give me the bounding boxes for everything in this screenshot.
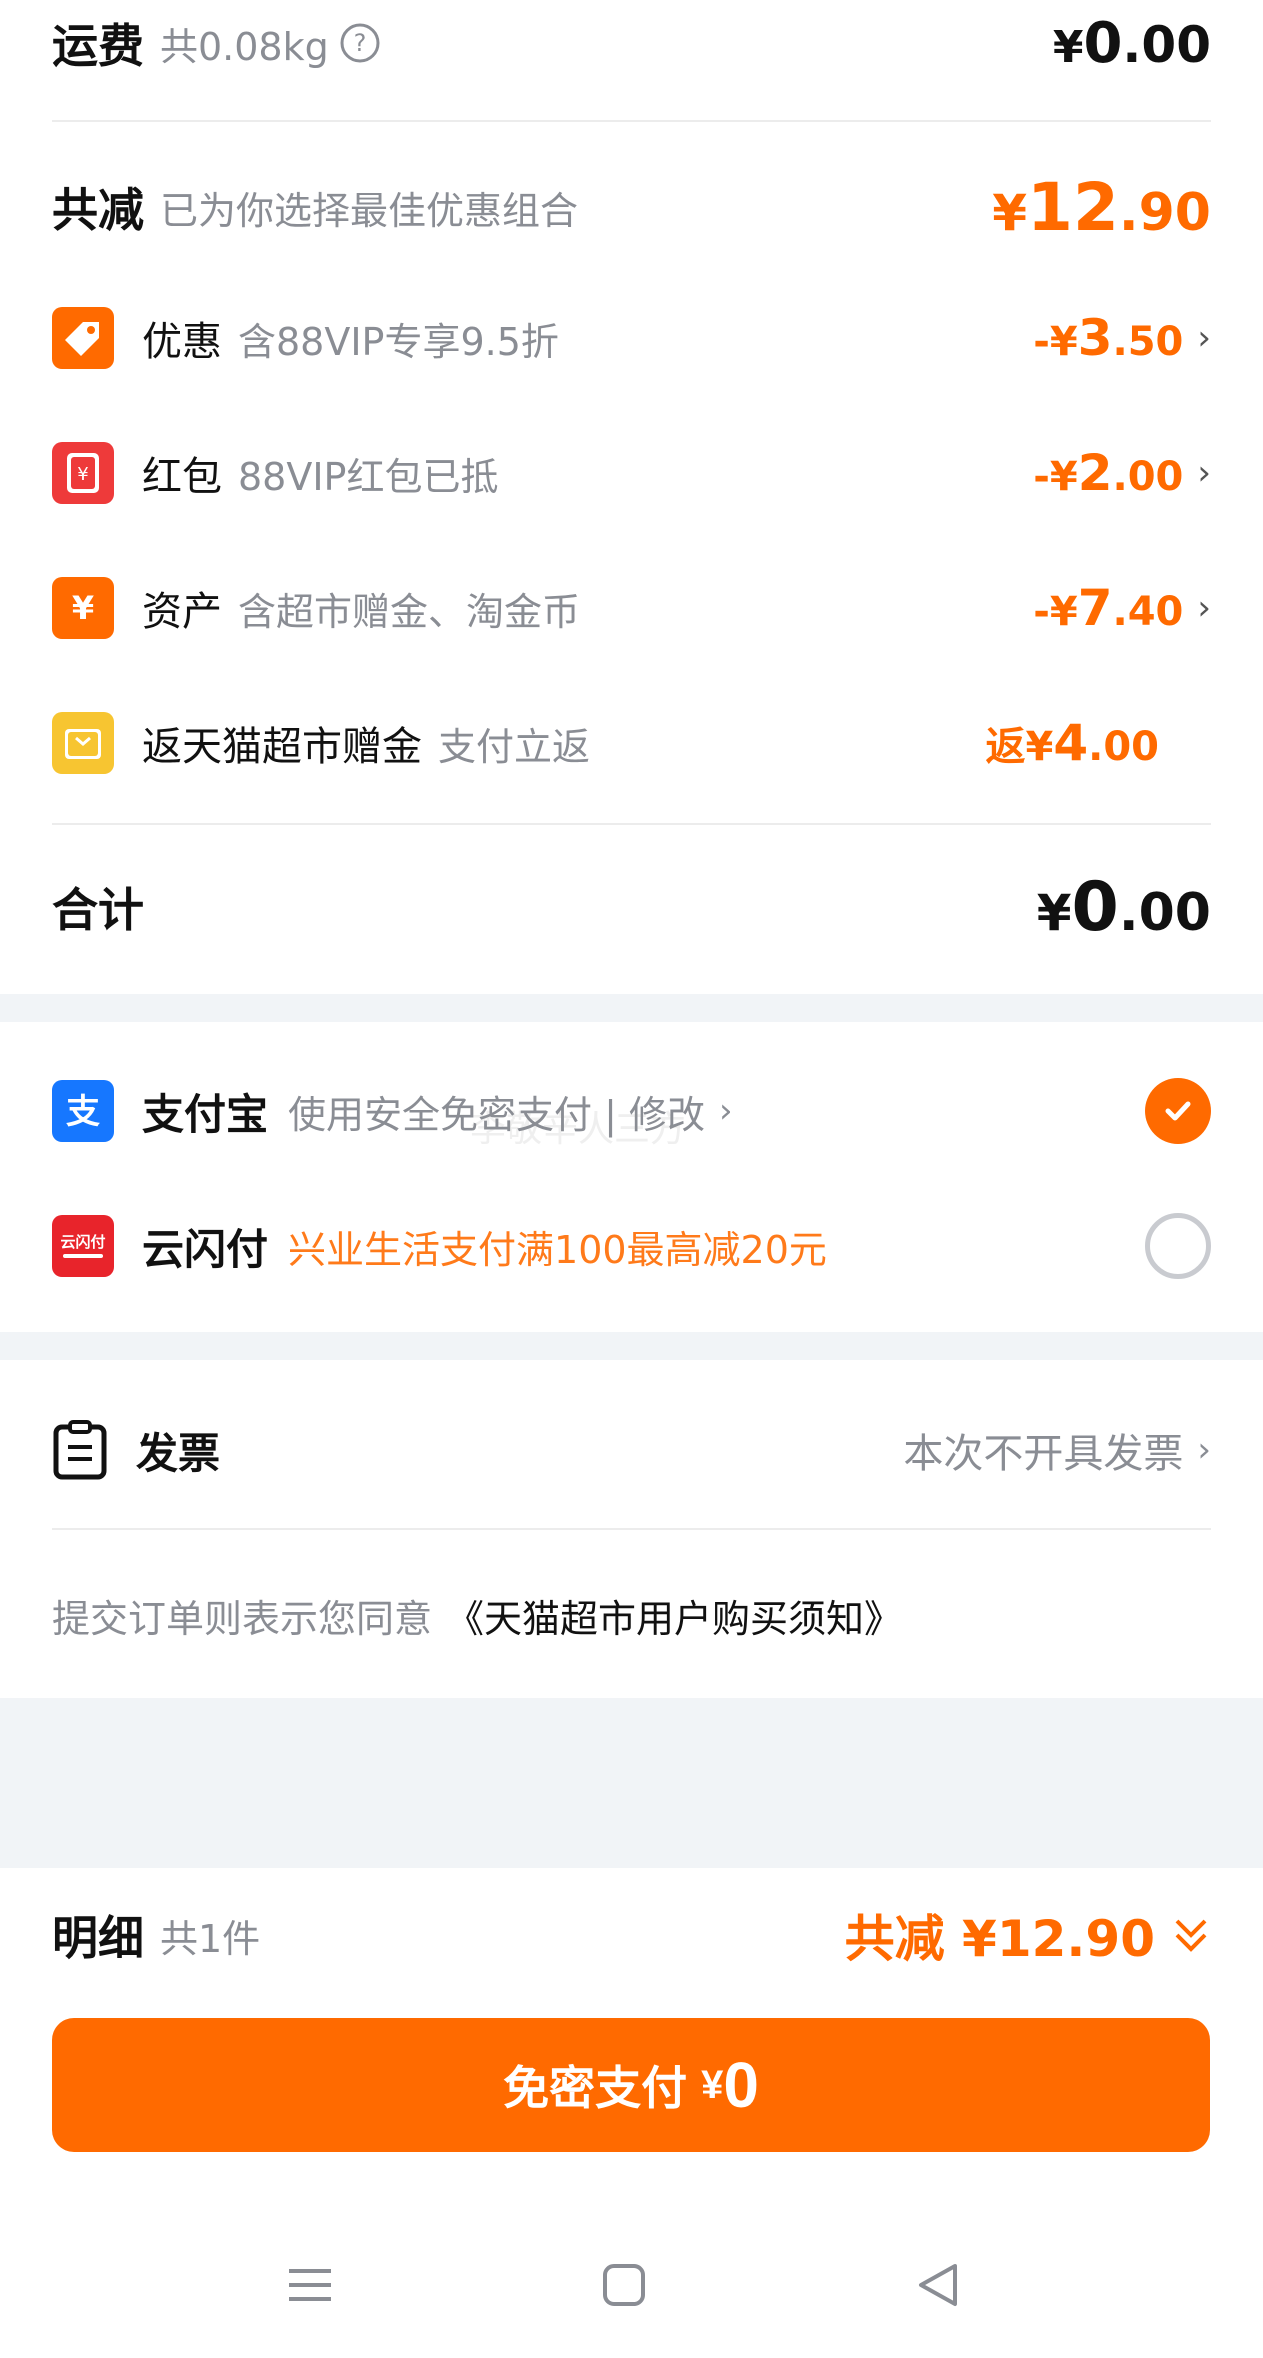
shipping-price: ¥0.00 bbox=[1052, 10, 1211, 76]
discount-item-label: 红包 bbox=[142, 454, 222, 500]
red-envelope-icon: ¥ bbox=[52, 442, 114, 504]
discount-item-label: 返天猫超市赠金 bbox=[142, 724, 422, 770]
pay-button[interactable]: 免密支付 ¥ 0 bbox=[52, 2018, 1210, 2152]
alipay-icon: 支 bbox=[52, 1080, 114, 1142]
agreement-link[interactable]: 《天猫超市用户购买须知》 bbox=[446, 1588, 902, 1643]
empty-gap bbox=[0, 1698, 1263, 1868]
chevron-double-down-icon bbox=[1171, 1913, 1211, 1957]
unionpay-icon: 云闪付 bbox=[52, 1215, 114, 1277]
chevron-right-icon: › bbox=[1197, 453, 1211, 493]
discount-item-label: 资产 bbox=[142, 589, 222, 635]
svg-text:支: 支 bbox=[66, 1092, 100, 1132]
payment-desc: 兴业生活支付满100最高减20元 bbox=[288, 1227, 827, 1272]
radio-unselected[interactable] bbox=[1145, 1213, 1211, 1279]
total-label: 合计 bbox=[52, 883, 144, 937]
section-gap bbox=[0, 1332, 1263, 1360]
cash-back-icon bbox=[52, 712, 114, 774]
agreement-prefix: 提交订单则表示您同意 bbox=[52, 1596, 433, 1641]
svg-text:¥: ¥ bbox=[72, 589, 94, 627]
detail-count: 共1件 bbox=[160, 1916, 261, 1961]
detail-label: 明细 bbox=[52, 1911, 144, 1965]
total-row: 合计 ¥0.00 bbox=[52, 862, 1211, 952]
question-circle-icon[interactable]: ? bbox=[339, 22, 381, 64]
payment-unionpay[interactable]: 云闪付 云闪付 兴业生活支付满100最高减20元 bbox=[52, 1209, 1211, 1283]
section-gap bbox=[0, 994, 1263, 1022]
yuan-coin-icon: ¥ bbox=[52, 577, 114, 639]
invoice-label: 发票 bbox=[136, 1428, 221, 1478]
chevron-right-icon: › bbox=[1197, 588, 1211, 628]
shipping-label: 运费 bbox=[52, 19, 144, 73]
discount-total-label: 共减 bbox=[52, 183, 144, 237]
discount-item-amount: -¥7.40 bbox=[1033, 579, 1184, 637]
invoice-clipboard-icon bbox=[52, 1419, 108, 1481]
chevron-right-icon: › bbox=[1197, 318, 1211, 358]
discount-item-cashback: 返天猫超市赠金 支付立返 返¥4.00 bbox=[52, 702, 1211, 784]
discount-total-price: ¥12.90 bbox=[992, 168, 1211, 246]
chevron-right-icon: › bbox=[1197, 1430, 1211, 1470]
agreement-row: 提交订单则表示您同意 《天猫超市用户购买须知》 bbox=[52, 1575, 1211, 1655]
svg-text:¥: ¥ bbox=[77, 464, 88, 485]
watermark: 李敬辛人三方 bbox=[470, 1109, 687, 1150]
back-icon[interactable] bbox=[908, 2255, 968, 2315]
payment-name: 云闪付 bbox=[142, 1224, 269, 1274]
home-icon[interactable] bbox=[594, 2255, 654, 2315]
discount-item-sub: 含88VIP专享9.5折 bbox=[238, 319, 559, 364]
tag-icon bbox=[52, 307, 114, 369]
discount-item-amount: -¥3.50 bbox=[1033, 309, 1184, 367]
discount-item-assets[interactable]: ¥ 资产 含超市赠金、淘金币 -¥7.40 › bbox=[52, 567, 1211, 649]
shipping-weight: 共0.08kg bbox=[160, 24, 329, 69]
discount-item-label: 优惠 bbox=[142, 319, 222, 365]
divider bbox=[52, 1528, 1211, 1530]
invoice-row[interactable]: 发票 本次不开具发票 › bbox=[52, 1410, 1211, 1490]
divider bbox=[52, 120, 1211, 122]
discount-total-subtitle: 已为你选择最佳优惠组合 bbox=[160, 188, 579, 233]
discount-item-sub: 支付立返 bbox=[438, 724, 591, 769]
shipping-section: 运费 共0.08kg ? ¥0.00 bbox=[0, 0, 1263, 122]
divider bbox=[52, 823, 1211, 825]
discount-item-sub: 含超市赠金、淘金币 bbox=[238, 589, 581, 634]
menu-icon[interactable] bbox=[280, 2255, 340, 2315]
system-nav-bar bbox=[0, 2215, 1263, 2358]
detail-bar[interactable]: 明细 共1件 共减 ¥12.90 bbox=[52, 1890, 1211, 1980]
discount-item-amount: -¥2.00 bbox=[1033, 444, 1184, 502]
radio-selected[interactable] bbox=[1145, 1078, 1211, 1144]
discount-item-amount: 返¥4.00 bbox=[985, 714, 1160, 772]
svg-text:?: ? bbox=[353, 29, 366, 57]
discount-item-sub: 88VIP红包已抵 bbox=[238, 454, 499, 499]
discount-item-red-envelope[interactable]: ¥ 红包 88VIP红包已抵 -¥2.00 › bbox=[52, 432, 1211, 514]
invoice-value: 本次不开具发票 bbox=[903, 1431, 1184, 1477]
total-price: ¥0.00 bbox=[1036, 867, 1211, 947]
chevron-right-icon: › bbox=[718, 1091, 733, 1131]
detail-saving: 共减 ¥12.90 bbox=[844, 1910, 1155, 1968]
discount-item-coupon[interactable]: 优惠 含88VIP专享9.5折 -¥3.50 › bbox=[52, 297, 1211, 379]
payment-name: 支付宝 bbox=[142, 1089, 269, 1139]
discount-total-row: 共减 已为你选择最佳优惠组合 ¥12.90 bbox=[52, 162, 1211, 252]
